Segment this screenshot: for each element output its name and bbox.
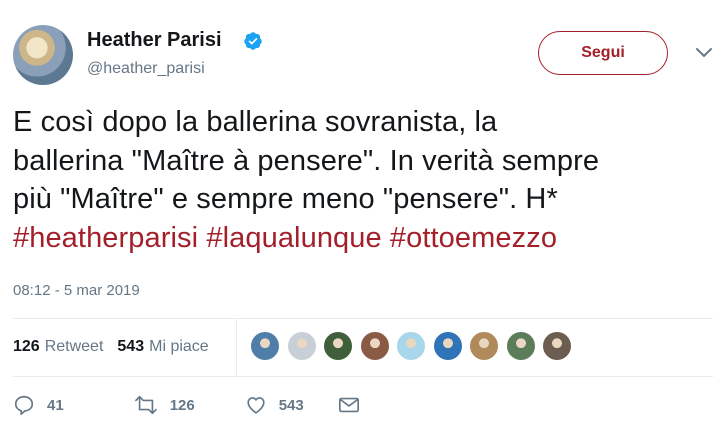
- author-name[interactable]: Heather Parisi: [87, 29, 222, 52]
- stats-separator: [236, 318, 237, 376]
- tweet-line: ballerina "Maître à pensere". In verità …: [13, 144, 600, 177]
- hashtag-link[interactable]: #ottoemezzo: [390, 222, 557, 254]
- liker-avatar[interactable]: [286, 331, 317, 361]
- author-avatar[interactable]: [13, 25, 73, 85]
- like-action[interactable]: 543: [245, 394, 304, 416]
- retweet-count: 126: [169, 396, 195, 414]
- retweet-action[interactable]: 126: [134, 394, 195, 416]
- retweet-stat[interactable]: 126 Retweet: [13, 338, 103, 356]
- stats-top-divider: [13, 318, 713, 319]
- like-stat[interactable]: 543 Mi piace: [117, 338, 208, 356]
- envelope-icon: [338, 397, 359, 413]
- liker-avatar[interactable]: [432, 331, 463, 361]
- direct-message-action[interactable]: [338, 395, 372, 415]
- like-count: 543: [278, 396, 304, 414]
- liker-avatar[interactable]: [359, 331, 390, 361]
- retweet-icon: [134, 395, 157, 415]
- hashtag-link[interactable]: #heatherparisi: [13, 222, 198, 254]
- liker-avatar[interactable]: [396, 331, 426, 361]
- retweet-stat-count: 126: [13, 338, 40, 355]
- reply-action[interactable]: 41: [13, 394, 64, 416]
- liker-avatar[interactable]: [542, 331, 572, 361]
- retweet-stat-label: Retweet: [44, 338, 104, 355]
- reply-icon: [14, 395, 34, 415]
- tweet-actions: 41 126 543: [13, 394, 412, 416]
- like-stat-label: Mi piace: [149, 338, 209, 355]
- tweet-line: più "Maître" e sempre meno "pensere". H*: [13, 183, 558, 215]
- verified-badge-icon: [244, 32, 262, 50]
- hashtag-link[interactable]: #laqualunque: [206, 222, 381, 254]
- tweet-timestamp[interactable]: 08:12 - 5 mar 2019: [13, 282, 140, 299]
- chevron-down-icon[interactable]: [695, 47, 713, 59]
- author-handle[interactable]: @heather_parisi: [87, 60, 205, 78]
- liker-avatar[interactable]: [323, 331, 353, 361]
- tweet-line: E così dopo la ballerina sovranista, la: [13, 106, 498, 138]
- tweet-text: E così dopo la ballerina sovranista, la …: [13, 103, 718, 257]
- liker-avatar[interactable]: [250, 331, 280, 361]
- like-stat-count: 543: [117, 338, 145, 355]
- hashtag-line: #heatherparisi #laqualunque #ottoemezzo: [13, 219, 718, 258]
- heart-icon: [247, 397, 265, 414]
- reply-count: 41: [47, 396, 64, 414]
- stats-bottom-divider: [13, 376, 713, 377]
- liker-avatar[interactable]: [505, 331, 536, 361]
- liker-avatars: [250, 331, 579, 361]
- tweet-stats: 126 Retweet 543 Mi piace: [13, 338, 223, 356]
- liker-avatar[interactable]: [469, 331, 499, 361]
- follow-button[interactable]: Segui: [538, 31, 668, 75]
